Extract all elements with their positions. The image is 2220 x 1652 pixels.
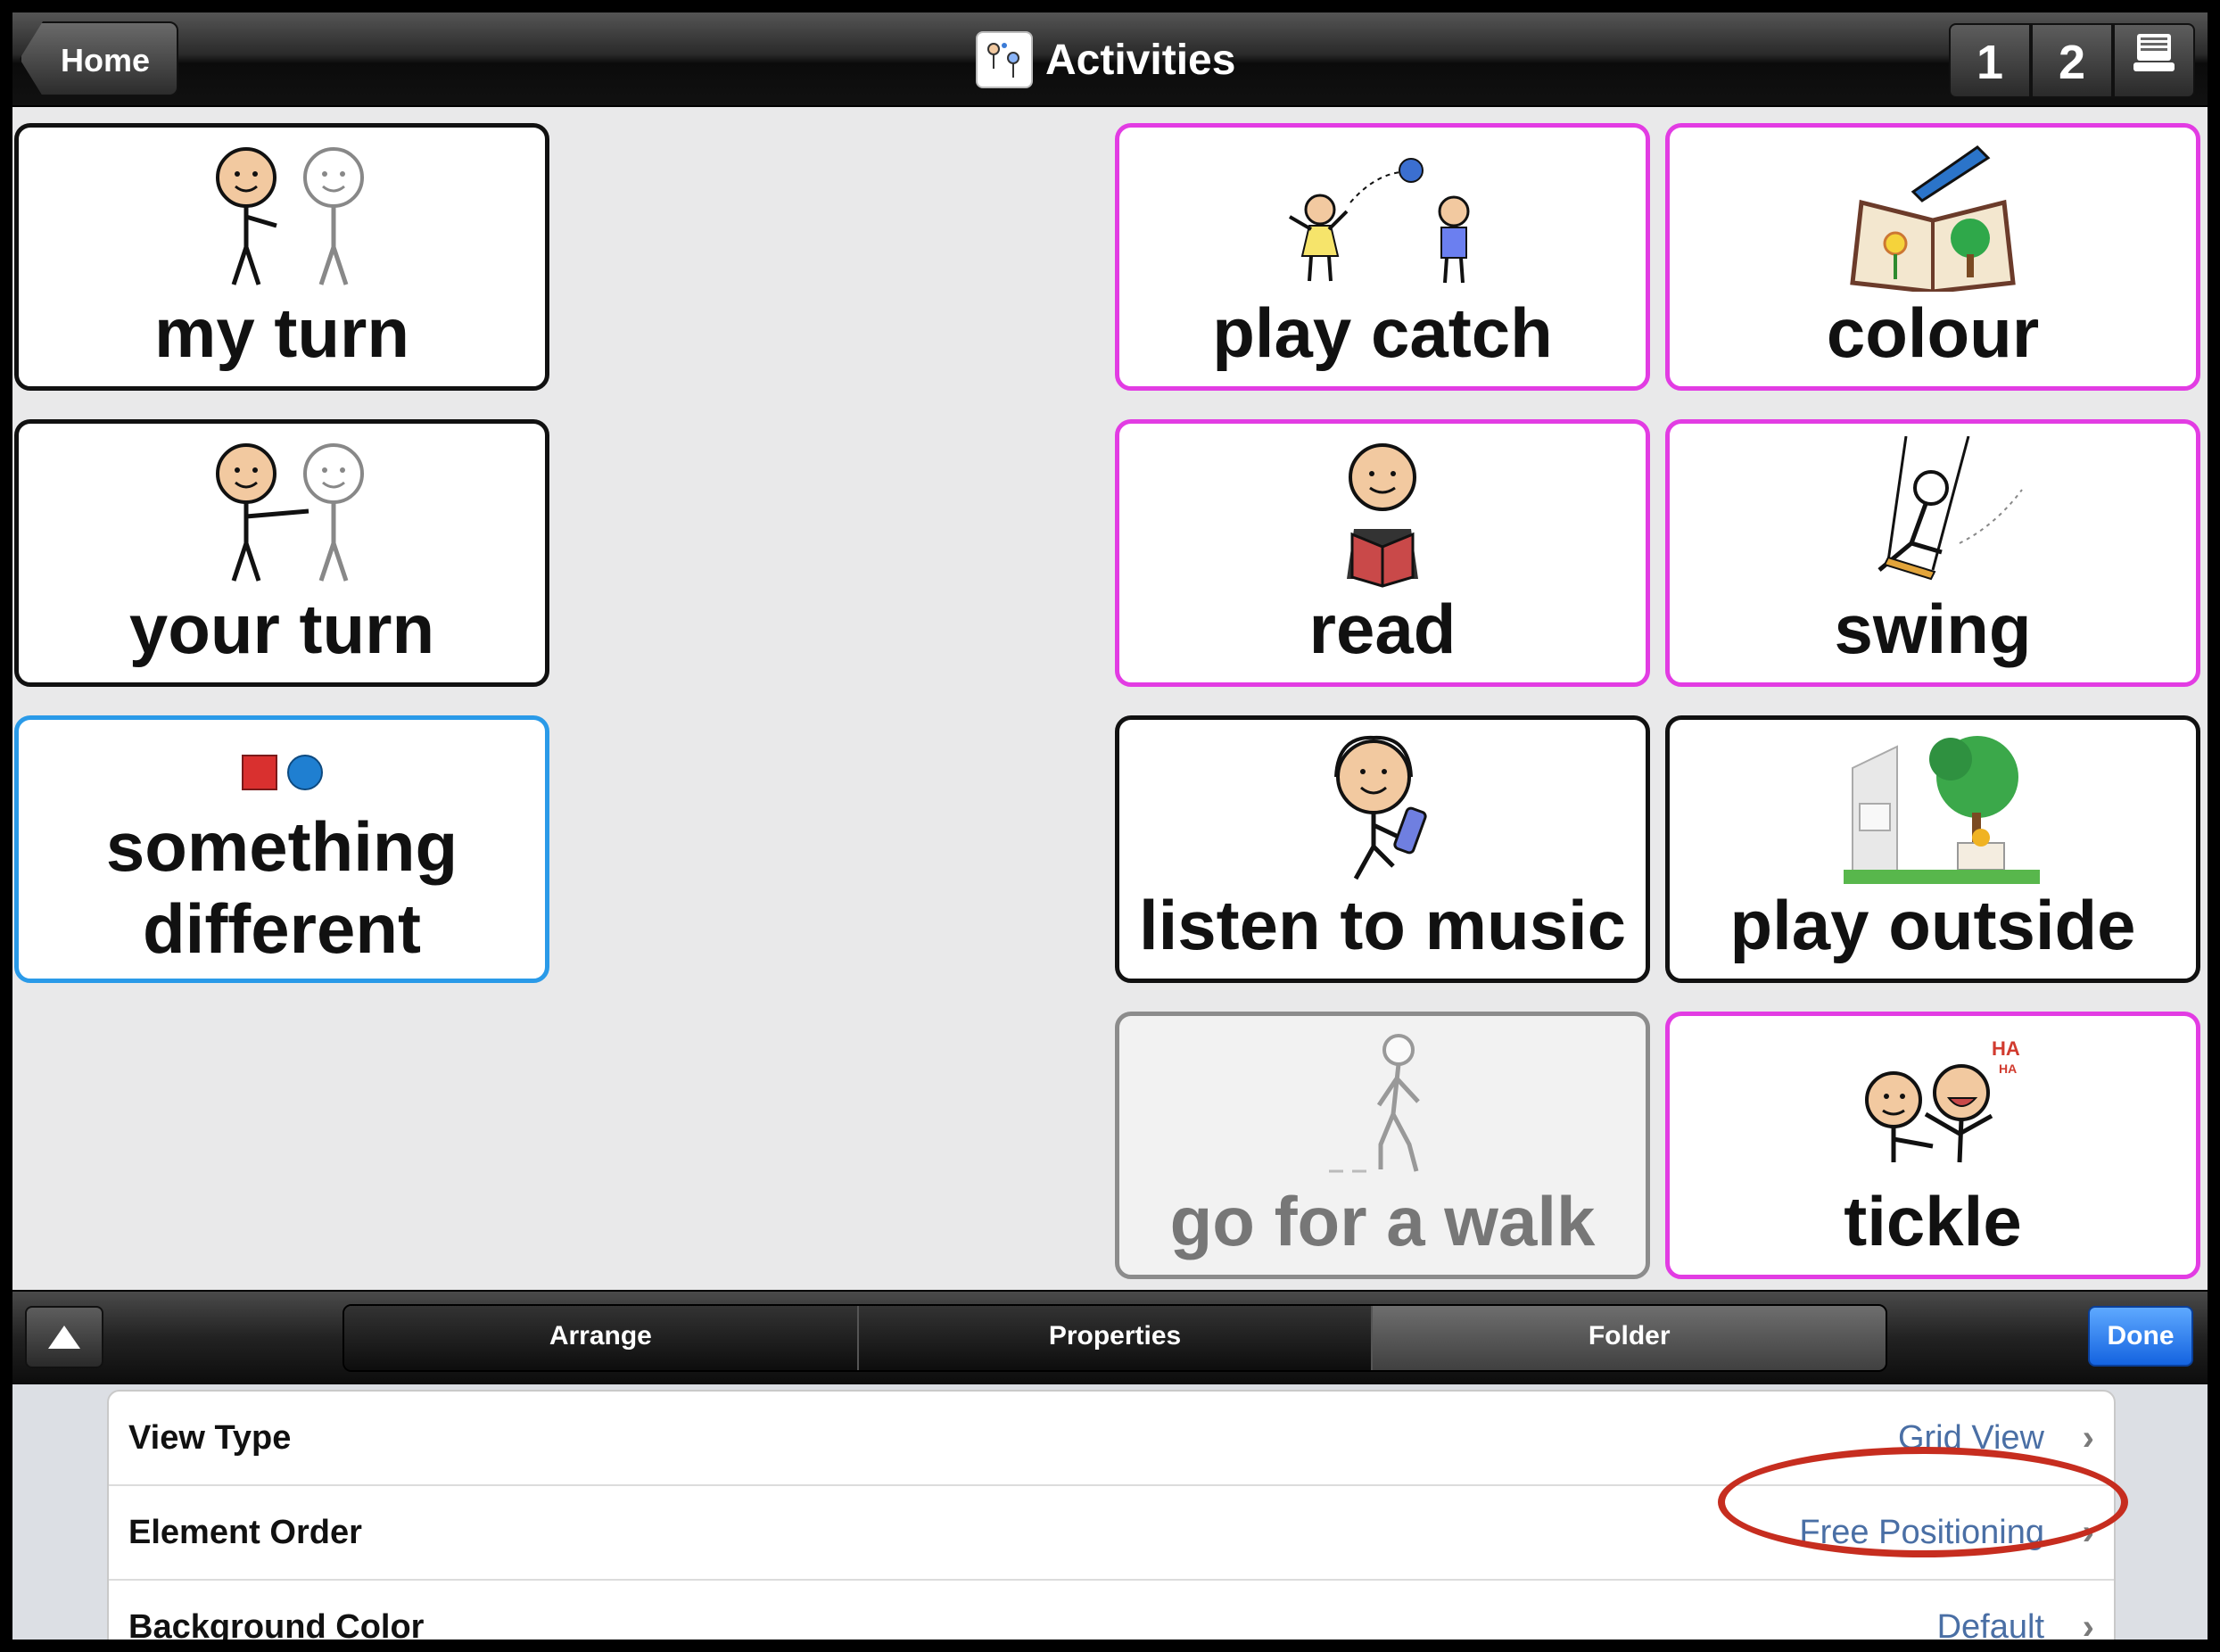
your-turn-picture — [19, 436, 545, 588]
home-button[interactable]: Home — [20, 21, 178, 96]
swing-picture — [1670, 436, 2196, 588]
play-catch-picture — [1119, 140, 1646, 292]
read-picture — [1119, 436, 1646, 588]
tab-folder[interactable]: Folder — [1373, 1306, 1886, 1370]
top-navigation-bar: Home Activities 1 2 — [12, 12, 2208, 107]
edit-mode-segmented-control: Arrange Properties Folder — [342, 1304, 1887, 1372]
page-title-group: Activities — [976, 29, 1235, 91]
tickle-icon: HA HA — [1865, 1037, 2020, 1163]
keyboard-icon — [2133, 34, 2175, 71]
swing-icon — [1878, 436, 2023, 581]
cell-label: colour — [1826, 293, 2040, 372]
go-for-a-walk-picture — [1119, 1028, 1646, 1180]
something-different-picture — [19, 738, 545, 809]
setting-label: Background Color — [128, 1608, 425, 1640]
cell-read[interactable]: read — [1115, 419, 1650, 687]
keyboard-button[interactable] — [2113, 23, 2195, 98]
cell-label: swing — [1834, 590, 2032, 668]
chevron-right-icon: › — [2082, 1607, 2094, 1640]
cell-go-for-a-walk[interactable]: go for a walk — [1115, 1012, 1650, 1279]
cell-something-different[interactable]: something different — [14, 715, 549, 983]
tab-properties[interactable]: Properties — [858, 1306, 1374, 1370]
play-outside-icon — [1844, 736, 2040, 884]
play-catch-icon — [1288, 158, 1470, 284]
page-2-button[interactable]: 2 — [2031, 23, 2113, 98]
cell-label: tickle — [1844, 1182, 2022, 1260]
cell-play-catch[interactable]: play catch — [1115, 123, 1650, 391]
setting-label: Element Order — [128, 1514, 362, 1551]
read-icon — [1347, 443, 1418, 588]
square-and-circle-icon — [242, 755, 323, 790]
page-1-button[interactable]: 1 — [1949, 23, 2031, 98]
page-switcher: 1 2 — [1949, 23, 2195, 98]
page-title: Activities — [1045, 36, 1236, 84]
setting-row-background-color[interactable]: Background Color Default › — [109, 1581, 2114, 1640]
up-arrow-icon — [48, 1326, 80, 1349]
cell-label: read — [1308, 590, 1457, 668]
edit-toolbar: Arrange Properties Folder Done — [12, 1290, 2208, 1384]
cell-listen-to-music[interactable]: listen to music — [1115, 715, 1650, 983]
highlight-ellipse-annotation — [1718, 1447, 2128, 1557]
cell-play-outside[interactable]: play outside — [1665, 715, 2200, 983]
activities-folder-icon — [976, 31, 1033, 88]
setting-label: View Type — [128, 1419, 292, 1457]
listen-to-music-picture — [1119, 732, 1646, 884]
cell-label: play outside — [1729, 886, 2136, 964]
cell-label: your turn — [128, 590, 435, 668]
cell-your-turn[interactable]: your turn — [14, 419, 549, 687]
my-turn-picture — [19, 140, 545, 292]
cell-my-turn[interactable]: my turn — [14, 123, 549, 391]
play-outside-picture — [1670, 732, 2196, 884]
cell-swing[interactable]: swing — [1665, 419, 2200, 687]
cell-label: go for a walk — [1169, 1182, 1596, 1260]
tab-arrange[interactable]: Arrange — [344, 1306, 859, 1370]
app-screen: Home Activities 1 2 my turn your turn so… — [12, 12, 2208, 1640]
my-turn-icon — [216, 147, 364, 285]
colouring-book-icon — [1850, 145, 2016, 292]
expand-panel-button[interactable] — [25, 1306, 103, 1368]
walking-person-icon — [1329, 1034, 1420, 1173]
listen-to-music-icon — [1334, 735, 1427, 880]
your-turn-icon — [216, 443, 364, 582]
done-button[interactable]: Done — [2088, 1306, 2193, 1367]
cell-label: my turn — [153, 293, 410, 372]
cell-label: play catch — [1212, 293, 1553, 372]
colour-picture — [1670, 140, 2196, 292]
cell-colour[interactable]: colour — [1665, 123, 2200, 391]
cell-label: something different — [105, 807, 458, 968]
cell-label: listen to music — [1138, 886, 1627, 964]
cell-tickle[interactable]: HA HA tickle — [1665, 1012, 2200, 1279]
svg-text:HA: HA — [1999, 1061, 2017, 1076]
tickle-picture: HA HA — [1670, 1028, 2196, 1180]
svg-text:HA: HA — [1992, 1037, 2020, 1060]
setting-value: Default — [1936, 1608, 2044, 1640]
